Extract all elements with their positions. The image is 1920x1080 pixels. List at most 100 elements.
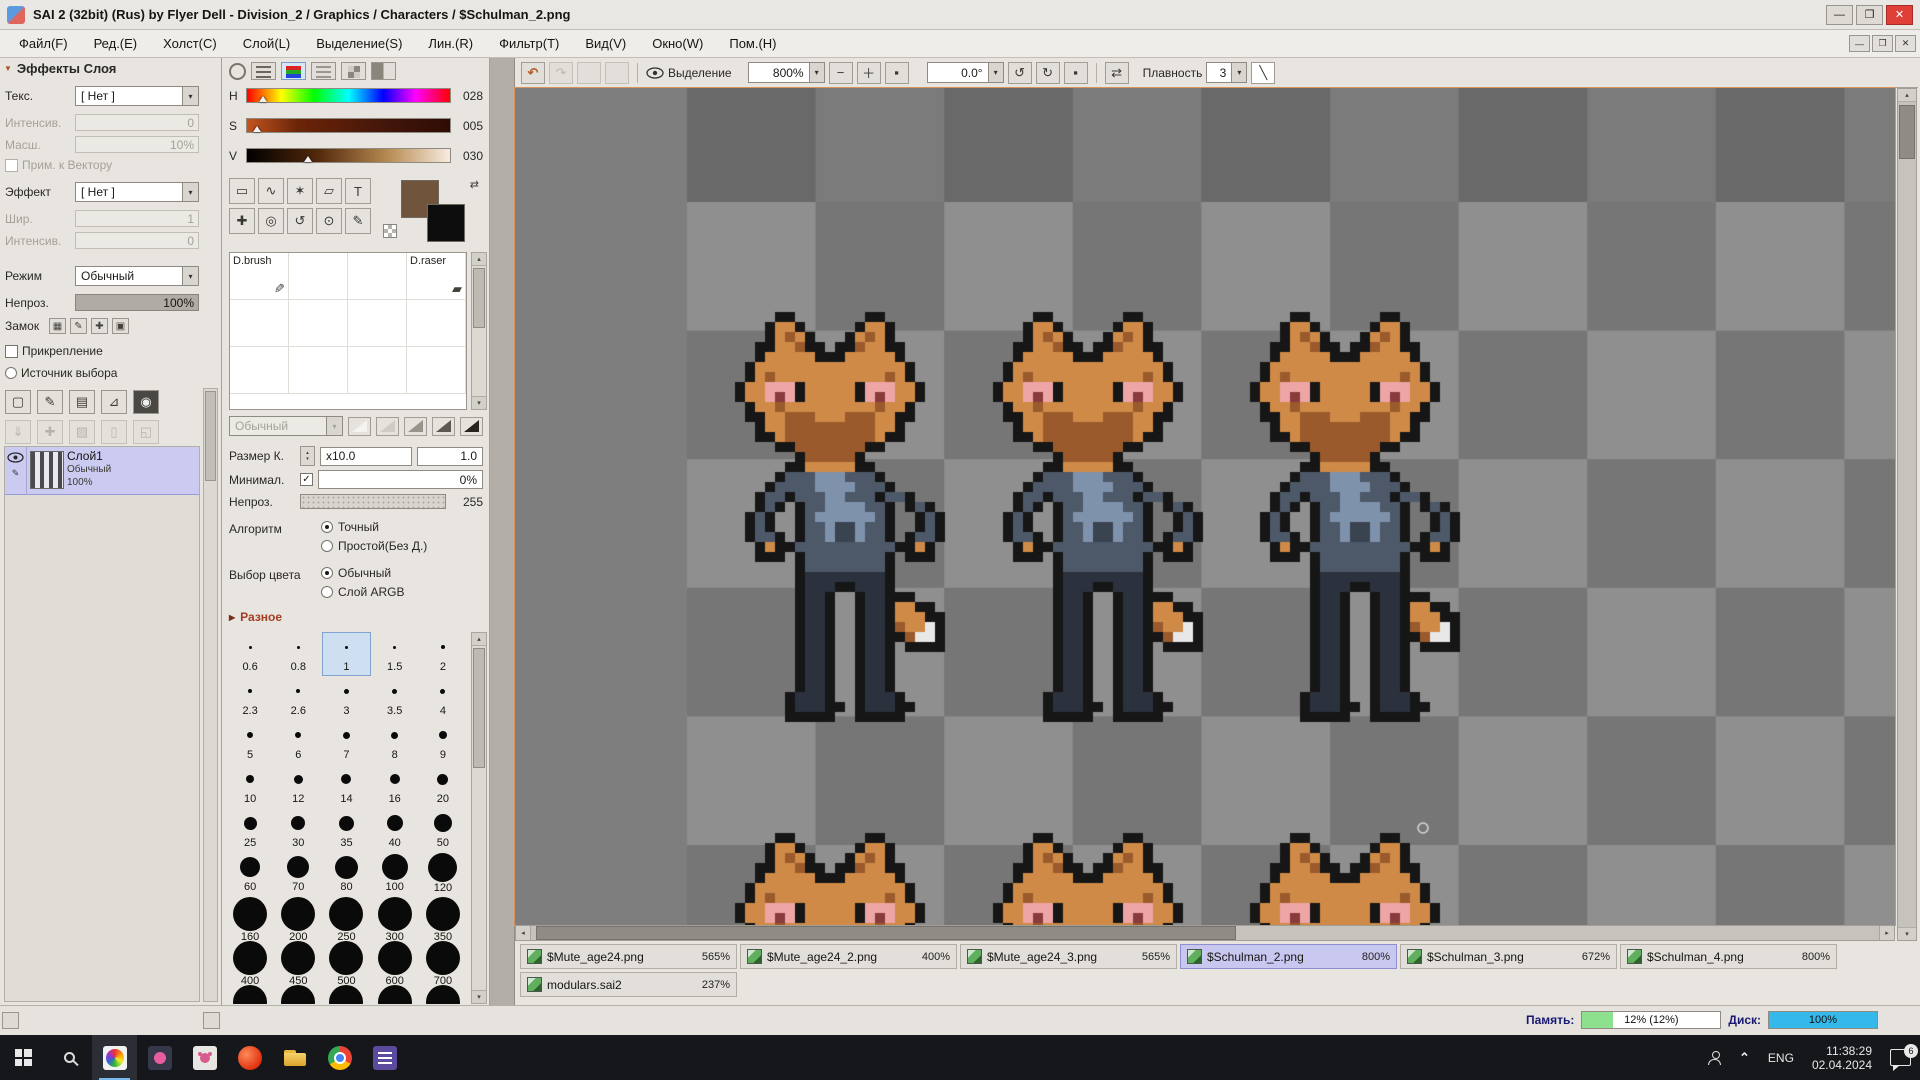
hscroll-thumb[interactable] <box>536 926 1236 940</box>
brush-size-350[interactable]: 350 <box>419 896 467 940</box>
menu-item-2[interactable]: Ред.(E) <box>81 32 151 55</box>
rotate-ccw-button[interactable]: ↺ <box>1008 62 1032 84</box>
brush-size-50[interactable]: 50 <box>419 808 467 852</box>
taskbar-app-note[interactable] <box>362 1035 407 1080</box>
size-grid-scrollbar[interactable]: ▴ ▾ <box>471 632 487 1004</box>
brush-slot-empty[interactable] <box>407 347 466 394</box>
secondary-color-swatch[interactable] <box>427 204 465 242</box>
lock-transparency-button[interactable]: ▦ <box>49 318 66 334</box>
brush-size-5[interactable]: 5 <box>226 720 274 764</box>
lock-all-button[interactable]: ▣ <box>112 318 129 334</box>
document-tab-4[interactable]: $Schulman_2.png800% <box>1180 944 1397 969</box>
saturation-marker[interactable] <box>253 126 261 132</box>
color-pick-option-2[interactable]: Слой ARGB <box>321 585 405 599</box>
delete-layer-button[interactable]: ▯ <box>101 420 127 444</box>
brush-shape-1-button[interactable] <box>348 417 371 436</box>
brush-size-14[interactable]: 14 <box>322 764 370 808</box>
clipping-checkbox[interactable] <box>5 345 18 358</box>
brush-blend-dropdown[interactable]: Обычный▾ <box>229 416 343 436</box>
hue-marker[interactable] <box>259 96 267 102</box>
brush-size-next[interactable] <box>371 984 419 1004</box>
brush-size-8[interactable]: 8 <box>371 720 419 764</box>
lasso-tool[interactable]: ∿ <box>258 178 284 204</box>
size-multiplier[interactable]: x10.0 <box>320 447 412 466</box>
smoothness-combo[interactable]: 3 ▾ <box>1206 62 1247 83</box>
brush-size-value[interactable]: 1.0 <box>417 447 483 466</box>
swap-colors-icon[interactable]: ⇄ <box>470 178 479 191</box>
intensity-value[interactable]: 0 <box>75 114 199 131</box>
mdi-minimize-button[interactable]: — <box>1849 35 1870 52</box>
color-pick-radio[interactable] <box>321 586 333 598</box>
brush-size-6[interactable]: 6 <box>274 720 322 764</box>
brush-slot-empty[interactable] <box>230 300 289 347</box>
brush-slot-empty[interactable] <box>348 253 407 300</box>
color-slider-view-button[interactable] <box>251 62 276 80</box>
brush-size-700[interactable]: 700 <box>419 940 467 984</box>
vscroll-thumb[interactable] <box>1899 105 1915 159</box>
min-size-checkbox[interactable]: ✓ <box>300 473 313 486</box>
brush-slot-empty[interactable] <box>348 347 407 394</box>
flip-horizontal-button[interactable]: ⇄ <box>1105 62 1129 84</box>
collapse-right-panel-button[interactable] <box>203 1012 220 1029</box>
menu-item-1[interactable]: Файл(F) <box>6 32 81 55</box>
brush-shape-5-button[interactable] <box>460 417 483 436</box>
brush-size-0.8[interactable]: 0.8 <box>274 632 322 676</box>
layer-visibility-eye-icon[interactable] <box>7 452 24 463</box>
zoom-combo[interactable]: 800% ▾ <box>748 62 825 83</box>
menu-item-4[interactable]: Слой(L) <box>230 32 304 55</box>
history-forward-button[interactable] <box>605 62 629 84</box>
brush-size-100[interactable]: 100 <box>371 852 419 896</box>
brush-size-2.6[interactable]: 2.6 <box>274 676 322 720</box>
rotate-tool[interactable]: ↺ <box>287 208 313 234</box>
vector-layer-button[interactable]: ⊿ <box>101 390 127 414</box>
document-tab-2[interactable]: $Mute_age24_2.png400% <box>740 944 957 969</box>
extra-layer-button[interactable]: ◱ <box>133 420 159 444</box>
brush-shape-2-button[interactable] <box>376 417 399 436</box>
clear-layer-button[interactable]: ▨ <box>69 420 95 444</box>
brush-size-9[interactable]: 9 <box>419 720 467 764</box>
minimize-button[interactable]: — <box>1826 5 1853 25</box>
brush-size-20[interactable]: 20 <box>419 764 467 808</box>
close-button[interactable]: ✕ <box>1886 5 1913 25</box>
menu-item-9[interactable]: Окно(W) <box>639 32 716 55</box>
mdi-close-button[interactable]: ✕ <box>1895 35 1916 52</box>
brush-slot-empty[interactable] <box>348 300 407 347</box>
brush-size-3[interactable]: 3 <box>322 676 370 720</box>
rgb-slider-view-button[interactable] <box>281 62 306 80</box>
brush-size-2[interactable]: 2 <box>419 632 467 676</box>
layer-opacity-slider[interactable]: 100% <box>75 294 199 311</box>
brush-slot-empty[interactable] <box>230 347 289 394</box>
layer-list-scrollbar[interactable] <box>203 388 218 1002</box>
taskbar-app-folder[interactable] <box>272 1035 317 1080</box>
min-size-value[interactable]: 0% <box>318 470 483 489</box>
brush-size-70[interactable]: 70 <box>274 852 322 896</box>
brush-size-35[interactable]: 35 <box>322 808 370 852</box>
brush-size-40[interactable]: 40 <box>371 808 419 852</box>
new-folder-button[interactable]: ▤ <box>69 390 95 414</box>
brush-size-3.5[interactable]: 3.5 <box>371 676 419 720</box>
undo-button[interactable]: ↶ <box>521 62 545 84</box>
text-tool[interactable]: T <box>345 178 371 204</box>
brush-shape-4-button[interactable] <box>432 417 455 436</box>
brush-size-10[interactable]: 10 <box>226 764 274 808</box>
brush-size-1.5[interactable]: 1.5 <box>371 632 419 676</box>
menu-item-6[interactable]: Лин.(R) <box>415 32 486 55</box>
brush-size-1[interactable]: 1 <box>322 632 370 676</box>
pan-tool[interactable]: ⊙ <box>316 208 342 234</box>
menu-item-10[interactable]: Пом.(H) <box>716 32 789 55</box>
brush-size-12[interactable]: 12 <box>274 764 322 808</box>
brush-slot-empty[interactable] <box>289 347 348 394</box>
brush-slot-D.raser[interactable]: D.raser▰ <box>407 253 466 300</box>
zoom-tool[interactable]: ◎ <box>258 208 284 234</box>
hue-slider[interactable] <box>246 88 451 103</box>
brush-slot-empty[interactable] <box>407 300 466 347</box>
brush-size-next[interactable] <box>419 984 467 1004</box>
brush-opacity-slider[interactable] <box>300 494 446 509</box>
saturation-slider[interactable] <box>246 118 451 133</box>
document-tab-5[interactable]: $Schulman_3.png672% <box>1400 944 1617 969</box>
layer-row-active[interactable]: ✎ Слой1 Обычный 100% <box>5 447 199 495</box>
brush-size-300[interactable]: 300 <box>371 896 419 940</box>
texture-dropdown[interactable]: [ Нет ]▾ <box>75 86 199 106</box>
brush-size-4[interactable]: 4 <box>419 676 467 720</box>
brush-size-0.6[interactable]: 0.6 <box>226 632 274 676</box>
